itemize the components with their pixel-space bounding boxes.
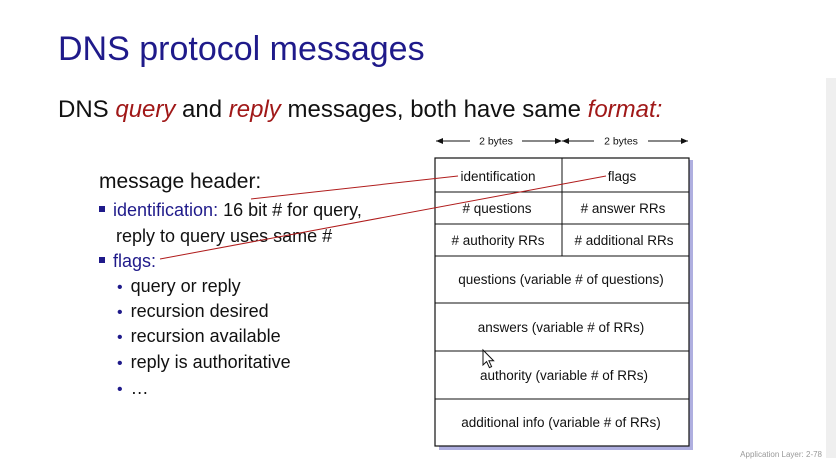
section-additional-info: additional info (variable # of RRs) <box>461 415 661 430</box>
section-questions: questions (variable # of questions) <box>458 272 664 287</box>
field-identification: identification <box>460 169 535 184</box>
section-answers: answers (variable # of RRs) <box>478 320 645 335</box>
byte-width-indicator: 2 bytes 2 bytes <box>436 136 688 148</box>
section-authority: authority (variable # of RRs) <box>480 368 648 383</box>
slide-footer: Application Layer: 2-78 <box>740 450 822 459</box>
dns-message-format-diagram: 2 bytes 2 bytes identification flags # q… <box>159 136 693 450</box>
field-flags: flags <box>608 169 637 184</box>
field-num-questions: # questions <box>462 201 531 216</box>
byte-label-right: 2 bytes <box>604 136 638 148</box>
byte-label-left: 2 bytes <box>479 136 513 148</box>
connector-identification <box>250 175 459 200</box>
field-num-authority-rrs: # authority RRs <box>451 233 544 248</box>
field-num-additional-rrs: # additional RRs <box>574 233 673 248</box>
field-num-answer-rrs: # answer RRs <box>581 201 666 216</box>
